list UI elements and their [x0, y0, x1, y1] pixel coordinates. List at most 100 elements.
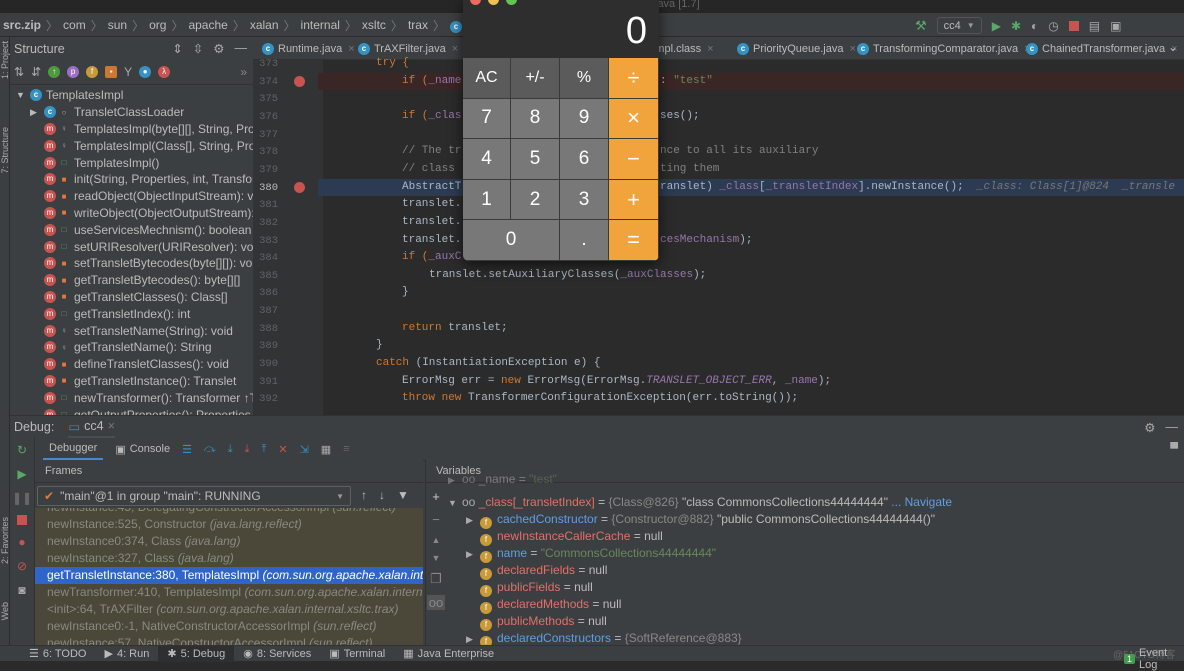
breadcrumb-item[interactable]: sun 〉 [108, 13, 149, 37]
navigate-link[interactable]: ... Navigate [888, 495, 952, 509]
gear-icon[interactable]: ⚙ [1144, 420, 1155, 435]
show-properties-icon[interactable]: p [67, 66, 80, 78]
run-to-cursor-icon[interactable]: ⇲ [300, 443, 309, 456]
tab-console[interactable]: ▣ Console [115, 443, 170, 456]
build-hammer-icon[interactable]: ⚒ [915, 18, 927, 34]
step-into-icon[interactable]: ⤓ [228, 443, 233, 456]
tree-item[interactable]: m ■ readObject(ObjectInputStream): vo [16, 188, 253, 205]
layout-icon[interactable]: ☰ [182, 443, 192, 456]
show-inherited-icon[interactable]: ↑ [48, 66, 61, 78]
thread-selector[interactable]: ✔ "main"@1 in group "main": RUNNING ▼ [37, 486, 351, 506]
expand-arrow-icon[interactable]: ▼ [448, 495, 462, 512]
close-icon[interactable]: × [850, 43, 856, 55]
calc-key[interactable]: . [560, 220, 609, 261]
calc-key[interactable]: 4 [463, 139, 511, 180]
calc-key[interactable]: 7 [463, 98, 511, 140]
tree-item[interactable]: m ■ getTransletClasses(): Class[] [16, 289, 253, 306]
sort-alpha-icon[interactable]: ⇵ [31, 65, 41, 79]
tree-item[interactable]: ▶ c ○ TransletClassLoader [16, 104, 253, 121]
variable-row[interactable]: ▶ oo _name = "test" [448, 471, 557, 488]
close-icon[interactable]: × [108, 419, 115, 433]
show-lambdas-icon[interactable]: λ [158, 66, 171, 78]
frame-item[interactable]: newInstance:525, Constructor (java.lang.… [35, 516, 423, 533]
toolwindow-todo[interactable]: ☰ 6: TODO [20, 646, 95, 662]
breadcrumb-item[interactable]: org 〉 [149, 13, 188, 37]
watches-toggle-icon[interactable]: oo [426, 595, 446, 610]
tab-debugger[interactable]: Debugger [43, 438, 104, 460]
debug-icon[interactable]: ✱ [1011, 19, 1021, 33]
expand-arrow-icon[interactable]: ▶ [466, 546, 480, 563]
move-down-icon[interactable]: ▼ [432, 553, 441, 563]
sidebar-tab-favorites[interactable]: 2: Favorites [0, 517, 10, 564]
breakpoint-icon[interactable] [294, 75, 305, 87]
breakpoint-icon[interactable] [294, 181, 305, 193]
breadcrumb-item[interactable]: apache 〉 [188, 13, 249, 37]
frame-item[interactable]: newInstance:45, DelegatingConstructorAcc… [35, 508, 423, 516]
variable-row[interactable]: ▶ f cachedConstructor = {Constructor@882} … [466, 511, 935, 529]
next-frame-icon[interactable]: ↓ [379, 488, 385, 502]
close-window-icon[interactable] [470, 0, 481, 5]
remove-watch-icon[interactable]: − [432, 512, 440, 527]
breadcrumb-item[interactable]: internal 〉 [301, 13, 362, 37]
breadcrumb-item[interactable]: xalan 〉 [250, 13, 301, 37]
sidebar-tab-web[interactable]: Web [0, 602, 10, 620]
minimize-icon[interactable]: — [235, 41, 248, 56]
expand-arrow-icon[interactable]: ▼ [16, 90, 30, 100]
more-icon[interactable]: » [240, 65, 247, 79]
restore-layout-icon[interactable]: ▀ [1170, 443, 1178, 455]
tree-item[interactable]: m ■ writeObject(ObjectOutputStream): [16, 205, 253, 222]
tree-item[interactable]: m ♀ getTransletName(): String [16, 339, 253, 356]
evaluate-expression-icon[interactable]: ▦ [321, 443, 331, 456]
tree-item[interactable]: m ■ init(String, Properties, int, Transfor [16, 171, 253, 188]
tree-item[interactable]: m □ setURIResolver(URIResolver): void [16, 238, 253, 255]
collapse-all-icon[interactable]: ⇳ [193, 41, 203, 56]
tree-item[interactable]: m ♀ setTransletName(String): void [16, 322, 253, 339]
move-up-icon[interactable]: ▲ [432, 535, 441, 545]
calc-key[interactable]: % [560, 58, 609, 99]
tree-item[interactable]: m ■ setTransletBytecodes(byte[][]): vo [16, 255, 253, 272]
close-icon[interactable]: × [707, 43, 713, 55]
expand-arrow-icon[interactable]: ▶ [448, 472, 462, 489]
toolwindow-debug[interactable]: ✱ 5: Debug [158, 645, 235, 662]
tab-priorityqueue-java[interactable]: c PriorityQueue.java × [737, 37, 856, 60]
frame-item[interactable]: newInstance:57, NativeConstructorAccesso… [35, 635, 423, 645]
pause-icon[interactable]: ❚❚ [12, 491, 32, 505]
chevron-down-icon[interactable]: ⌄ [1168, 40, 1178, 54]
run-config-selector[interactable]: cc4 ▼ [936, 17, 982, 34]
breadcrumb-item[interactable]: com 〉 [63, 13, 108, 37]
tree-item[interactable]: m ■ defineTransletClasses(): void [16, 356, 253, 373]
calc-key[interactable]: 3 [560, 179, 609, 221]
frame-item[interactable]: newTransformer:410, TemplatesImpl (com.s… [35, 584, 423, 601]
tree-root[interactable]: ▼ c TemplatesImpl [16, 87, 253, 104]
gear-icon[interactable]: ⚙ [213, 41, 224, 56]
rerun-icon[interactable]: ↻ [17, 443, 27, 457]
add-watch-icon[interactable]: + [432, 489, 440, 504]
variable-row[interactable]: f declaredMethods = null [466, 596, 621, 614]
toolwindow-services[interactable]: ◉ 8: Services [234, 646, 320, 662]
toolwindow-run[interactable]: ▶ 4: Run [95, 646, 158, 662]
project-structure-icon[interactable]: ▤ [1089, 19, 1100, 33]
calc-key[interactable]: 2 [511, 179, 560, 221]
step-out-icon[interactable]: ⤒ [261, 443, 266, 456]
frame-item[interactable]: <init>:64, TrAXFilter (com.sun.org.apach… [35, 601, 423, 618]
frame-item[interactable]: getTransletInstance:380, TemplatesImpl (… [35, 567, 423, 584]
calc-key[interactable]: AC [463, 58, 511, 99]
camera-icon[interactable]: ◙ [18, 583, 25, 597]
calc-key[interactable]: 6 [560, 139, 609, 180]
sort-visibility-icon[interactable]: ⇅ [14, 65, 24, 79]
tab-transformingcomparator-java[interactable]: cTransformingComparator.java× [857, 37, 1031, 60]
step-over-icon[interactable]: ⤼ [204, 443, 216, 456]
tree-item[interactable]: m □ newTransformer(): Transformer ↑Te [16, 389, 253, 406]
calc-key[interactable]: 0 [463, 220, 560, 261]
trace-icon[interactable]: ≡ [343, 443, 349, 455]
tree-item[interactable]: m ■ getTransletInstance(): Translet [16, 373, 253, 390]
frame-item[interactable]: newInstance0:-1, NativeConstructorAccess… [35, 618, 423, 635]
stop-icon[interactable] [17, 515, 27, 525]
view-breakpoints-icon[interactable]: ● [18, 535, 25, 549]
mute-breakpoints-icon[interactable]: ⊘ [17, 559, 27, 573]
toolwindow-java-enterprise[interactable]: ▦ Java Enterprise [394, 646, 503, 662]
show-fields-icon[interactable]: f [86, 66, 99, 78]
tab-chainedtransformer-java[interactable]: c ChainedTransformer.java × [1026, 37, 1178, 60]
calc-key[interactable]: = [609, 220, 659, 261]
tree-item[interactable]: m □ getTransletIndex(): int [16, 305, 253, 322]
